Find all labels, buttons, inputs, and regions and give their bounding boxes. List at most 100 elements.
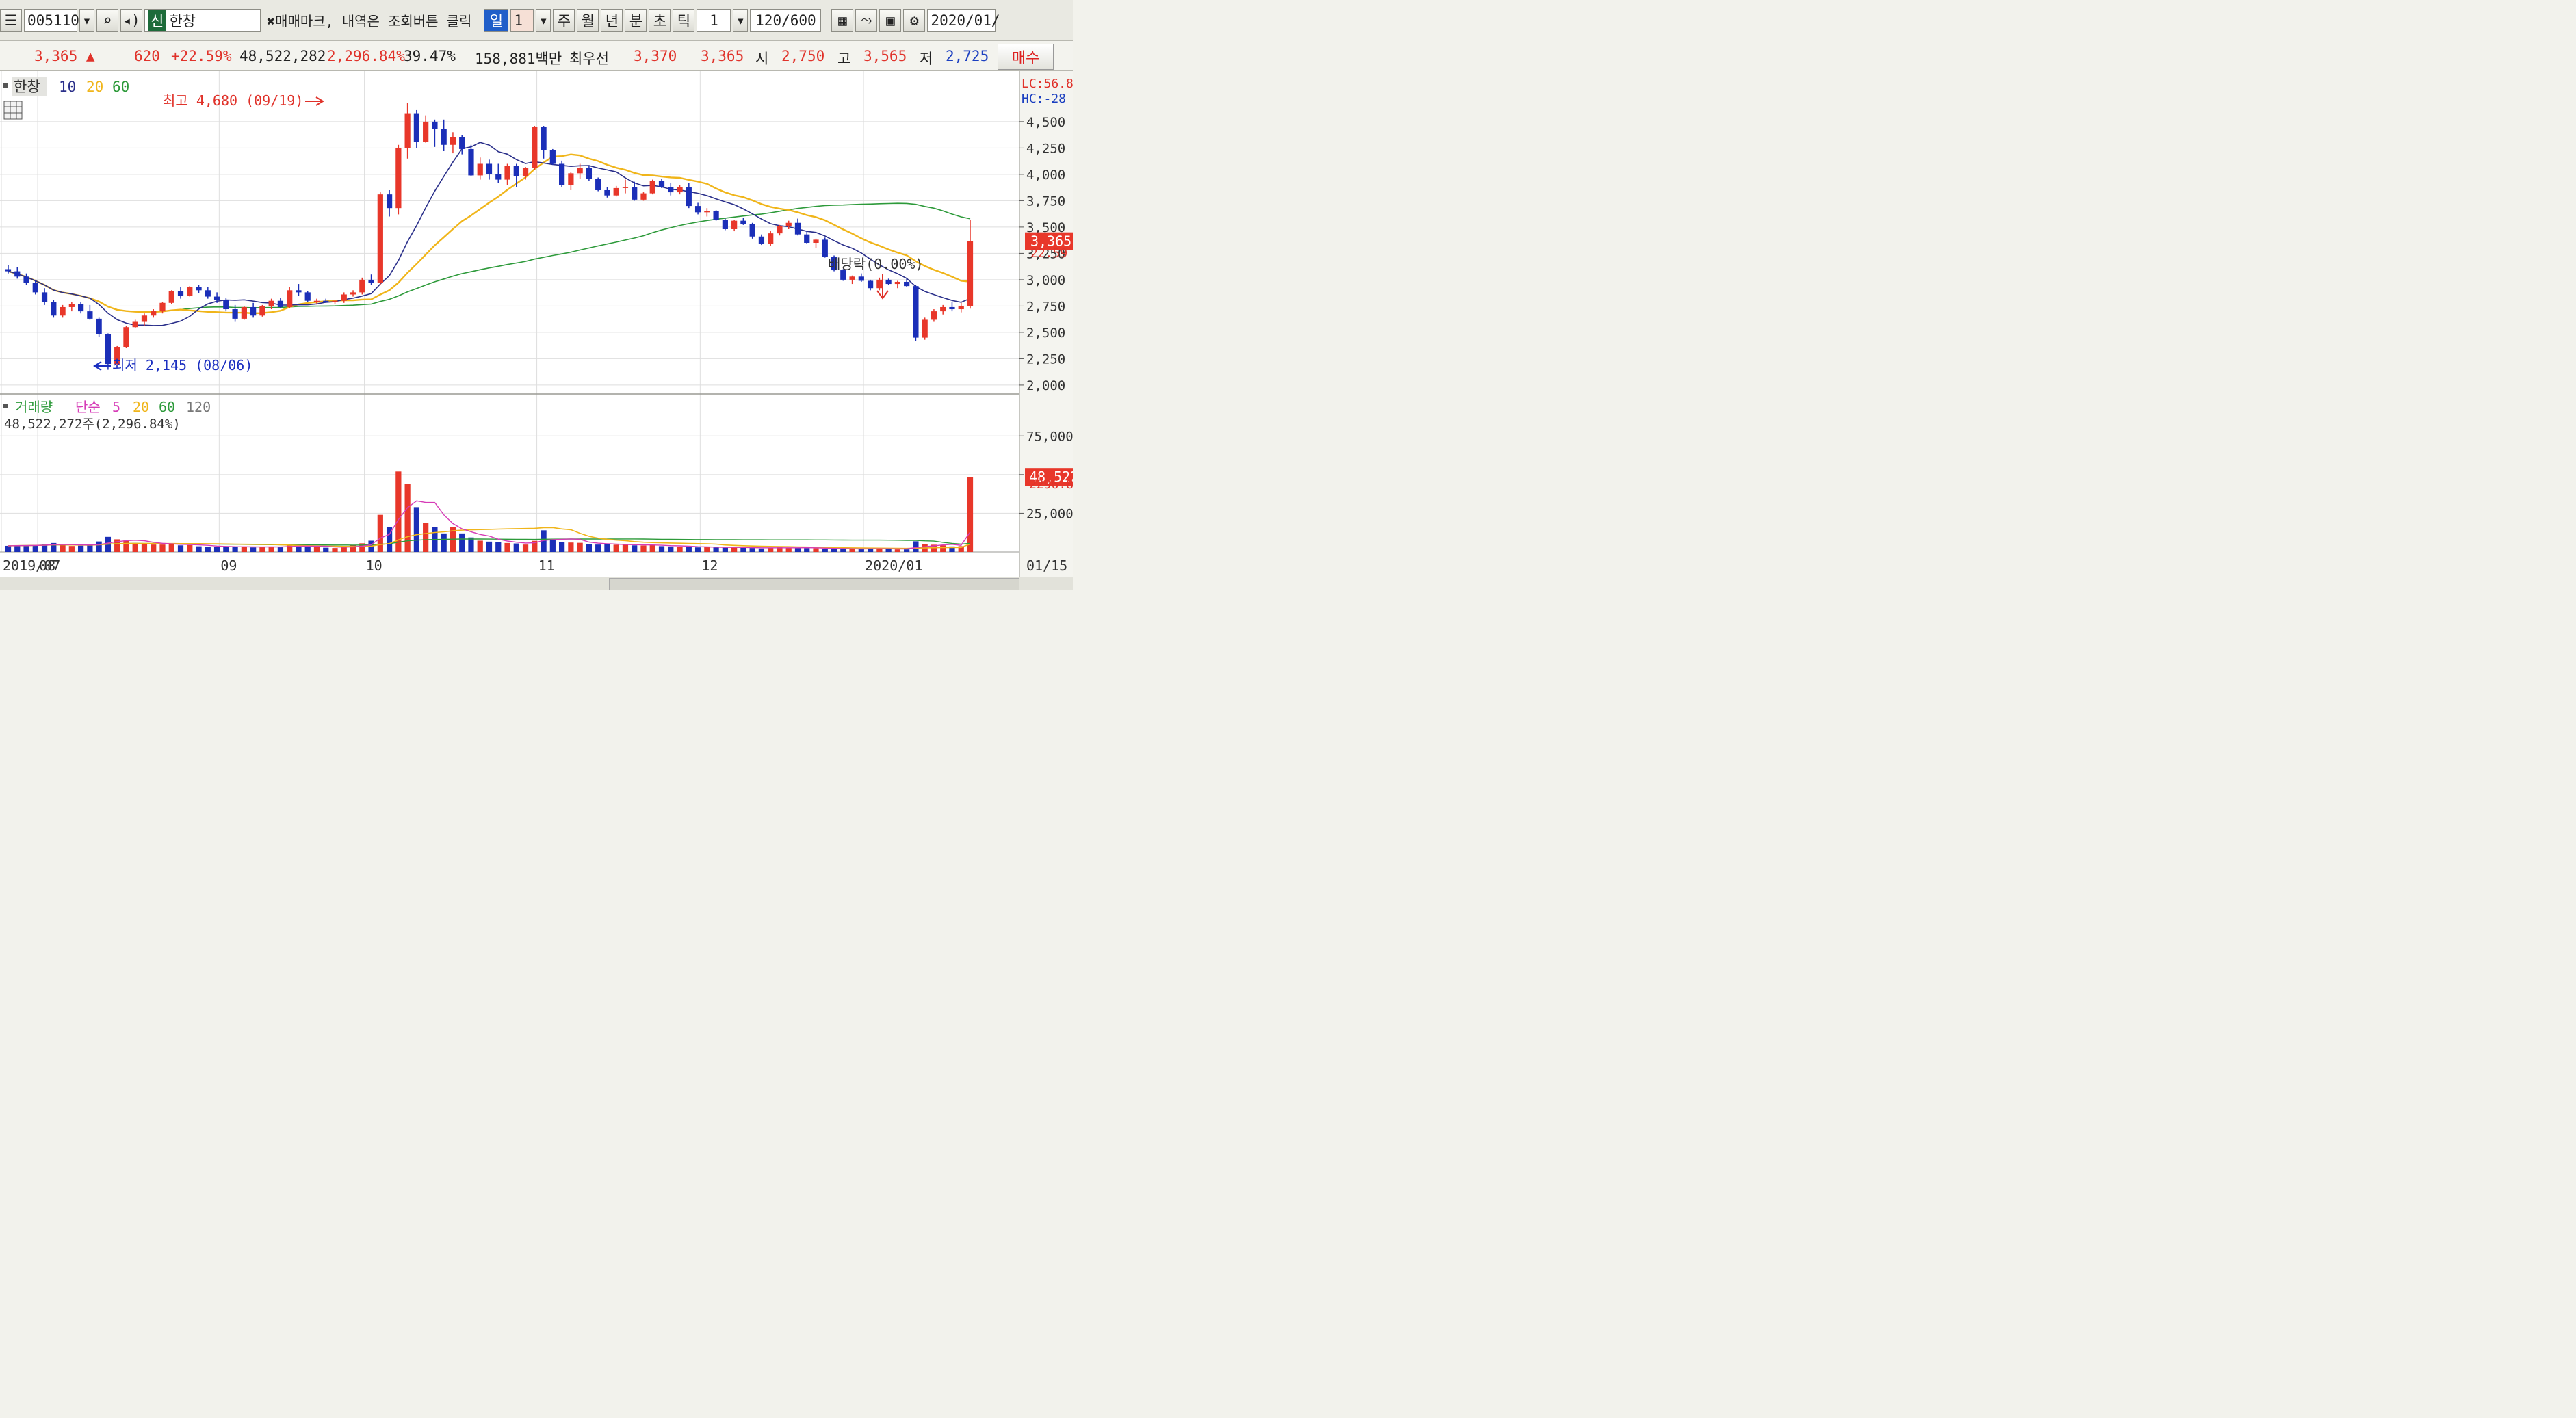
- candle-body: [668, 187, 674, 193]
- candle-body: [41, 292, 48, 302]
- candle-body: [241, 306, 247, 319]
- volume-bar: [604, 544, 610, 552]
- legend-ma10: 10: [59, 79, 76, 95]
- volume-legend-ma120: 120: [186, 399, 211, 415]
- period-week-tab[interactable]: 주: [553, 8, 575, 32]
- volume-bar: [704, 547, 710, 552]
- volume-bar: [722, 547, 728, 552]
- candle-body: [586, 168, 593, 179]
- volume-bar: [151, 544, 157, 552]
- volume-bar: [794, 548, 801, 552]
- table-icon[interactable]: [3, 101, 23, 120]
- grid-icon[interactable]: ▦: [831, 8, 854, 32]
- chart-tools-icon[interactable]: ⤳: [855, 8, 878, 32]
- candle-body: [259, 306, 265, 316]
- volume-bar: [187, 544, 193, 552]
- volume-bar: [241, 547, 247, 552]
- period-unit-input[interactable]: 1: [510, 8, 534, 32]
- chart-area[interactable]: 2,000 2,250 2,500 2,750 3,000 3,250 3,500 3,750…: [0, 71, 1078, 579]
- volume-bar: [640, 545, 647, 552]
- candle-body: [904, 281, 910, 287]
- candle-body: [395, 148, 402, 209]
- period-dropdown-icon[interactable]: ▾: [536, 8, 551, 32]
- volume-bar: [68, 546, 75, 552]
- stock-code-input[interactable]: 005110: [24, 8, 79, 32]
- period-second-tab[interactable]: 초: [649, 8, 671, 32]
- volume-bar: [522, 544, 529, 552]
- volume-bar: [904, 549, 910, 552]
- candle-body: [713, 211, 719, 220]
- nav-controls[interactable]: [609, 578, 1019, 590]
- volume-bar: [622, 544, 629, 552]
- candle-body: [23, 276, 29, 283]
- period-year-tab[interactable]: 년: [601, 8, 623, 32]
- candle-body: [332, 300, 338, 302]
- period-day-tab[interactable]: 일: [484, 8, 509, 32]
- buy-button[interactable]: 매수: [998, 44, 1054, 70]
- candle-body: [5, 269, 12, 272]
- volume-legend-ma20: 20: [133, 399, 149, 415]
- candle-body: [168, 291, 174, 303]
- candle-body: [568, 173, 574, 185]
- candle-body: [450, 137, 456, 145]
- open-label: 시: [755, 51, 769, 67]
- price-tick-label: 4,500: [1026, 115, 1065, 130]
- interval-dropdown-icon[interactable]: ▾: [733, 8, 749, 32]
- volume-bar: [668, 546, 674, 552]
- volume-tick-label: 75,000: [1026, 429, 1073, 444]
- last-change-pct: 22.59: [1030, 246, 1067, 261]
- candle-body: [413, 113, 419, 142]
- volume-bar: [577, 542, 583, 552]
- volume-bar: [568, 542, 574, 552]
- volume-bar: [323, 547, 329, 552]
- candle-body: [559, 163, 565, 185]
- candle-body: [141, 315, 148, 322]
- dropdown-icon[interactable]: ▾: [79, 8, 94, 32]
- period-minute-tab[interactable]: 분: [625, 8, 647, 32]
- period-month-tab[interactable]: 월: [577, 8, 599, 32]
- volume-legend-square-icon: [3, 404, 8, 408]
- speaker-icon[interactable]: ◂): [120, 8, 142, 32]
- high-price: 3,565: [863, 48, 907, 64]
- date-tick-label: 12: [701, 557, 718, 574]
- volume-bar: [141, 544, 148, 552]
- menu-icon[interactable]: ☰: [0, 8, 22, 32]
- range-input[interactable]: 120/600: [750, 8, 822, 32]
- candle-body: [459, 137, 465, 149]
- stock-chart[interactable]: 2,0002,2502,5002,7503,0003,2503,5003,750…: [0, 71, 1078, 577]
- volume-bar: [549, 538, 556, 552]
- volume-bar: [504, 542, 510, 552]
- volume-bar: [250, 547, 257, 552]
- candle-body: [32, 283, 38, 293]
- candle-body: [849, 276, 855, 280]
- ex-dividend-annotation: 배당락(0.00%): [828, 256, 924, 272]
- ask-price: 3,370: [634, 48, 677, 64]
- volume-bar: [822, 549, 828, 552]
- candle-body: [14, 271, 21, 277]
- gear-icon[interactable]: ⚙: [903, 8, 926, 32]
- stock-name-field[interactable]: 신 한창: [144, 8, 261, 32]
- candle-body: [495, 174, 502, 180]
- volume-legend-ma60: 60: [159, 399, 175, 415]
- candle-body: [213, 296, 220, 300]
- candle-body: [423, 121, 429, 142]
- candle-body: [359, 279, 365, 293]
- search-icon[interactable]: ⌕: [96, 8, 118, 32]
- candle-body: [223, 300, 229, 310]
- candle-body: [804, 234, 810, 243]
- interval-input[interactable]: 1: [697, 8, 731, 32]
- date-tick-label: 10: [366, 557, 382, 574]
- save-icon[interactable]: ▣: [879, 8, 902, 32]
- candle-body: [858, 276, 864, 281]
- volume-value: 48,522,282: [239, 48, 326, 64]
- volume-bar: [177, 545, 184, 552]
- date-tick-label: 01/15: [1026, 557, 1067, 574]
- candle-body: [477, 163, 483, 176]
- volume-bar: [813, 548, 819, 552]
- volume-bar: [304, 547, 311, 552]
- candle-body: [613, 187, 619, 196]
- date-input[interactable]: 2020/01/: [927, 8, 1000, 32]
- period-tick-tab[interactable]: 틱: [673, 8, 695, 32]
- candle-body: [758, 236, 765, 244]
- candle-body: [822, 239, 828, 257]
